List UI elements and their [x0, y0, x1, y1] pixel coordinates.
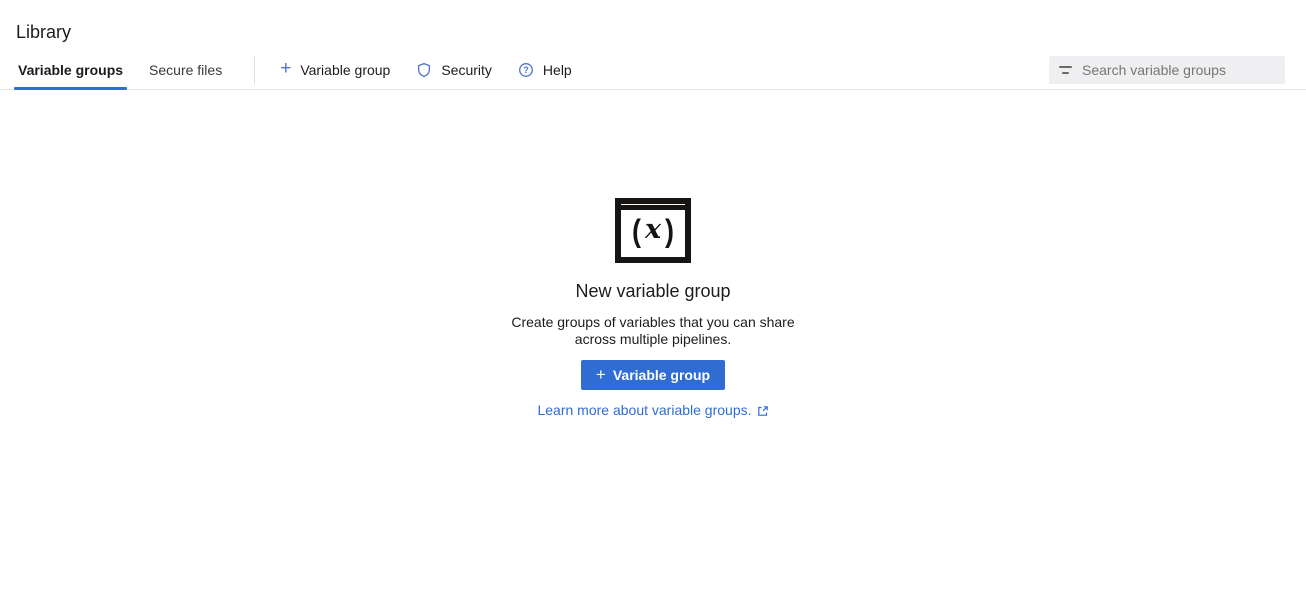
- external-link-icon: [757, 404, 769, 417]
- security-button[interactable]: Security: [403, 52, 505, 88]
- help-icon: ?: [518, 62, 534, 78]
- search-input[interactable]: [1082, 62, 1277, 78]
- page-header: Library: [0, 0, 1306, 50]
- page-title: Library: [16, 20, 1290, 44]
- plus-icon: +: [280, 59, 291, 78]
- learn-more-label: Learn more about variable groups.: [537, 402, 751, 418]
- tab-secure-files-label: Secure files: [149, 62, 222, 78]
- tab-variable-groups[interactable]: Variable groups: [14, 50, 127, 89]
- toolbar: + Variable group Security ? Help: [267, 52, 585, 88]
- help-label: Help: [543, 62, 572, 78]
- tabs: Variable groups Secure files: [14, 50, 244, 89]
- tab-secure-files[interactable]: Secure files: [145, 50, 226, 89]
- add-variable-group-button[interactable]: + Variable group: [267, 52, 403, 88]
- svg-text:?: ?: [523, 65, 529, 75]
- main-content: ( x ) New variable group Create groups o…: [0, 90, 1306, 418]
- search-box[interactable]: [1049, 56, 1285, 84]
- help-button[interactable]: ? Help: [505, 52, 585, 88]
- empty-state: ( x ) New variable group Create groups o…: [497, 198, 809, 418]
- tab-bar: Variable groups Secure files + Variable …: [0, 50, 1306, 90]
- tab-variable-groups-label: Variable groups: [18, 62, 123, 78]
- empty-state-description: Create groups of variables that you can …: [497, 314, 809, 348]
- variable-group-icon-glyph: ( x ): [621, 210, 685, 252]
- security-label: Security: [441, 62, 492, 78]
- shield-icon: [416, 62, 432, 78]
- add-variable-group-label: Variable group: [300, 62, 390, 78]
- empty-state-title: New variable group: [575, 280, 730, 302]
- create-variable-group-label: Variable group: [613, 367, 710, 383]
- toolbar-divider: [254, 56, 255, 84]
- create-variable-group-button[interactable]: + Variable group: [581, 360, 725, 390]
- filter-icon: [1057, 66, 1073, 74]
- learn-more-link[interactable]: Learn more about variable groups.: [537, 402, 768, 418]
- plus-icon: +: [596, 366, 606, 383]
- variable-group-icon: ( x ): [615, 198, 691, 263]
